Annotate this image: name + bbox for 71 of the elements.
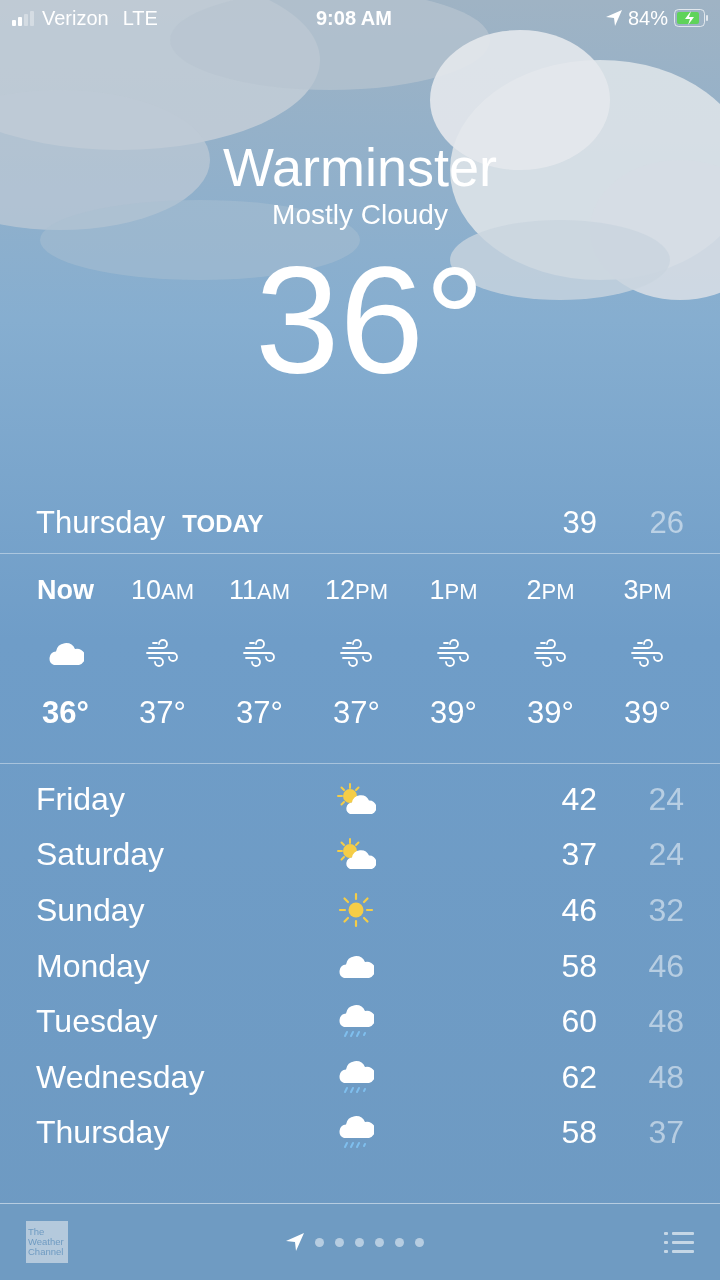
rain-cloud-icon xyxy=(338,1003,374,1040)
day-name: Wednesday xyxy=(36,1057,206,1097)
battery-percent: 84% xyxy=(627,6,668,31)
current-temperature: 36° xyxy=(255,240,485,400)
list-icon[interactable] xyxy=(664,1231,694,1253)
page-dot[interactable] xyxy=(395,1237,404,1247)
rain-cloud-icon xyxy=(338,1114,374,1151)
logo-text: Channel xyxy=(28,1247,65,1257)
battery-icon xyxy=(674,9,708,27)
hour-label: 10AM xyxy=(130,574,194,607)
wind-icon xyxy=(629,638,666,668)
day-name: Monday xyxy=(36,946,151,986)
sun-icon xyxy=(338,892,374,928)
rain-cloud-icon xyxy=(338,1058,374,1095)
high-temperature: 60 xyxy=(560,1002,597,1042)
hour-label: Now xyxy=(37,574,94,607)
carrier-name: Verizon xyxy=(42,6,109,31)
low-temperature: 32 xyxy=(647,891,684,930)
high-temperature: 42 xyxy=(560,779,597,819)
signal-icon xyxy=(12,10,34,26)
day-name: Thursday xyxy=(36,504,166,543)
hour-temperature: 39° xyxy=(430,694,477,732)
network-type: LTE xyxy=(122,6,158,31)
sun-cloud-icon xyxy=(336,837,376,872)
hour-temperature: 39° xyxy=(624,694,671,732)
day-name: Tuesday xyxy=(36,1002,159,1042)
low-temperature: 48 xyxy=(647,1002,684,1042)
page-dot[interactable] xyxy=(335,1237,344,1247)
page-dot[interactable] xyxy=(355,1237,364,1247)
today-label: TODAY xyxy=(182,508,264,539)
logo-text: The xyxy=(28,1227,46,1237)
location-arrow-icon[interactable] xyxy=(286,1233,304,1251)
low-temperature: 46 xyxy=(647,946,684,986)
hour-temperature: 37° xyxy=(333,694,380,732)
day-name: Saturday xyxy=(36,835,166,875)
hour-label: 2PM xyxy=(526,574,575,607)
hour-label: 1PM xyxy=(429,574,478,607)
hour-temperature: 37° xyxy=(236,694,283,732)
hour-temperature: 39° xyxy=(527,694,574,732)
high-temperature: 37 xyxy=(560,835,597,875)
high-temperature: 58 xyxy=(560,946,597,986)
hour-label: 3PM xyxy=(623,574,672,607)
page-dot[interactable] xyxy=(415,1237,424,1247)
wind-icon xyxy=(532,638,569,668)
hour-label: 12PM xyxy=(324,574,388,607)
low-temperature: 26 xyxy=(648,504,684,543)
high-temperature: 58 xyxy=(560,1113,597,1153)
low-temperature: 37 xyxy=(647,1113,684,1153)
wind-icon xyxy=(144,638,181,668)
hour-temperature: 37° xyxy=(139,694,186,732)
hour-label: 11AM xyxy=(229,574,290,607)
high-temperature: 62 xyxy=(560,1057,597,1097)
low-temperature: 24 xyxy=(647,779,684,819)
wind-icon xyxy=(435,638,472,668)
page-dot[interactable] xyxy=(315,1237,324,1247)
low-temperature: 24 xyxy=(647,835,684,875)
hour-temperature: 36° xyxy=(42,694,89,732)
logo-text: Weather xyxy=(28,1237,65,1247)
day-name: Sunday xyxy=(36,891,146,930)
page-dot[interactable] xyxy=(375,1237,384,1247)
weather-condition: Mostly Cloudy xyxy=(272,198,448,232)
day-name: Friday xyxy=(36,779,126,819)
wind-icon xyxy=(241,638,278,668)
day-name: Thursday xyxy=(36,1113,171,1153)
location-arrow-icon xyxy=(605,10,622,26)
status-time: 9:08 AM xyxy=(316,6,392,31)
sun-cloud-icon xyxy=(336,781,376,816)
high-temperature: 46 xyxy=(560,891,597,930)
high-temperature: 39 xyxy=(561,504,597,543)
wind-icon xyxy=(338,638,375,668)
low-temperature: 48 xyxy=(647,1057,684,1097)
